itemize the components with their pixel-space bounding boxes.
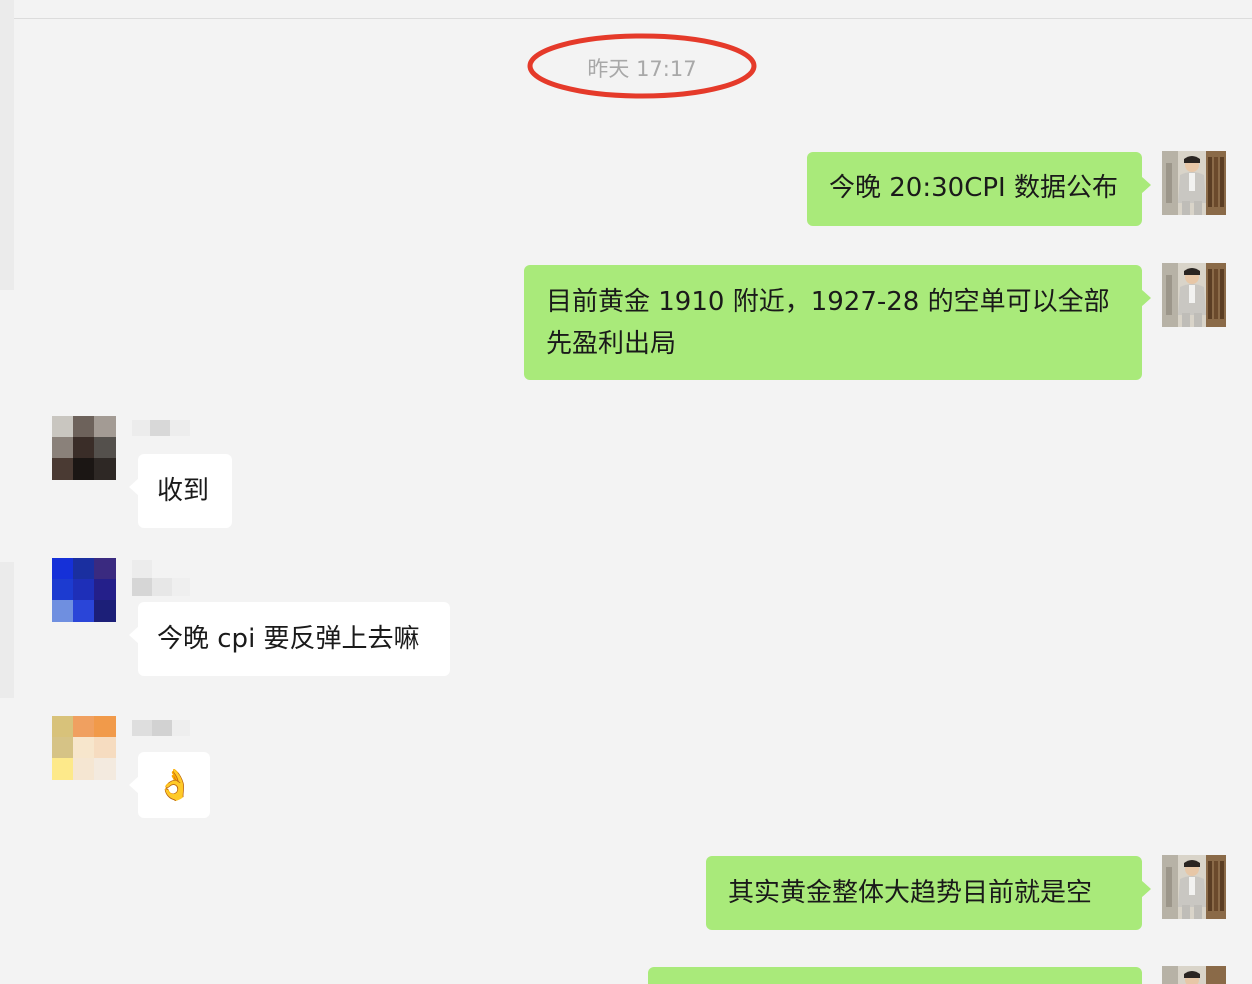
contact-avatar[interactable]	[52, 416, 116, 480]
message-text: 收到	[157, 476, 210, 506]
chat-window[interactable]: 昨天 17:17 今晚 20:30CPI 数据公布 目前黄金 1910 附近，1…	[0, 0, 1252, 984]
left-panel-edge	[0, 0, 14, 290]
message-text: 今晚 20:30CPI 数据公布	[829, 173, 1118, 203]
sender-name-redacted	[132, 560, 192, 600]
incoming-message-bubble[interactable]: 👌	[129, 752, 210, 818]
timestamp-group: 昨天 17:17	[526, 31, 758, 101]
incoming-message-bubble[interactable]: 今晚 cpi 要反弹上去嘛	[129, 602, 450, 676]
ok-hand-icon: 👌	[156, 768, 194, 803]
message-text-line: 目前黄金 1910 附近，1927-28 的空单可以全部	[546, 287, 1110, 317]
message-text-line: 先盈利出局	[546, 329, 677, 359]
message-text: 其实黄金整体大趋势目前就是空	[728, 878, 1093, 908]
self-avatar[interactable]	[1162, 966, 1226, 984]
incoming-message-bubble[interactable]: 收到	[129, 454, 232, 528]
top-divider	[14, 18, 1252, 19]
contact-avatar[interactable]	[52, 558, 116, 622]
sender-name-redacted	[132, 418, 192, 438]
outgoing-message-bubble-partial[interactable]	[648, 967, 1142, 984]
annotation-circle	[527, 33, 757, 99]
self-avatar[interactable]	[1162, 855, 1226, 919]
sender-name-redacted	[132, 718, 192, 738]
outgoing-message-bubble[interactable]: 目前黄金 1910 附近，1927-28 的空单可以全部 先盈利出局	[524, 265, 1151, 380]
self-avatar[interactable]	[1162, 151, 1226, 215]
message-text: 今晚 cpi 要反弹上去嘛	[157, 624, 420, 654]
contact-avatar[interactable]	[52, 716, 116, 780]
outgoing-message-bubble[interactable]: 其实黄金整体大趋势目前就是空	[706, 856, 1151, 930]
left-panel-edge	[0, 562, 14, 698]
outgoing-message-bubble[interactable]: 今晚 20:30CPI 数据公布	[807, 152, 1151, 226]
self-avatar[interactable]	[1162, 263, 1226, 327]
